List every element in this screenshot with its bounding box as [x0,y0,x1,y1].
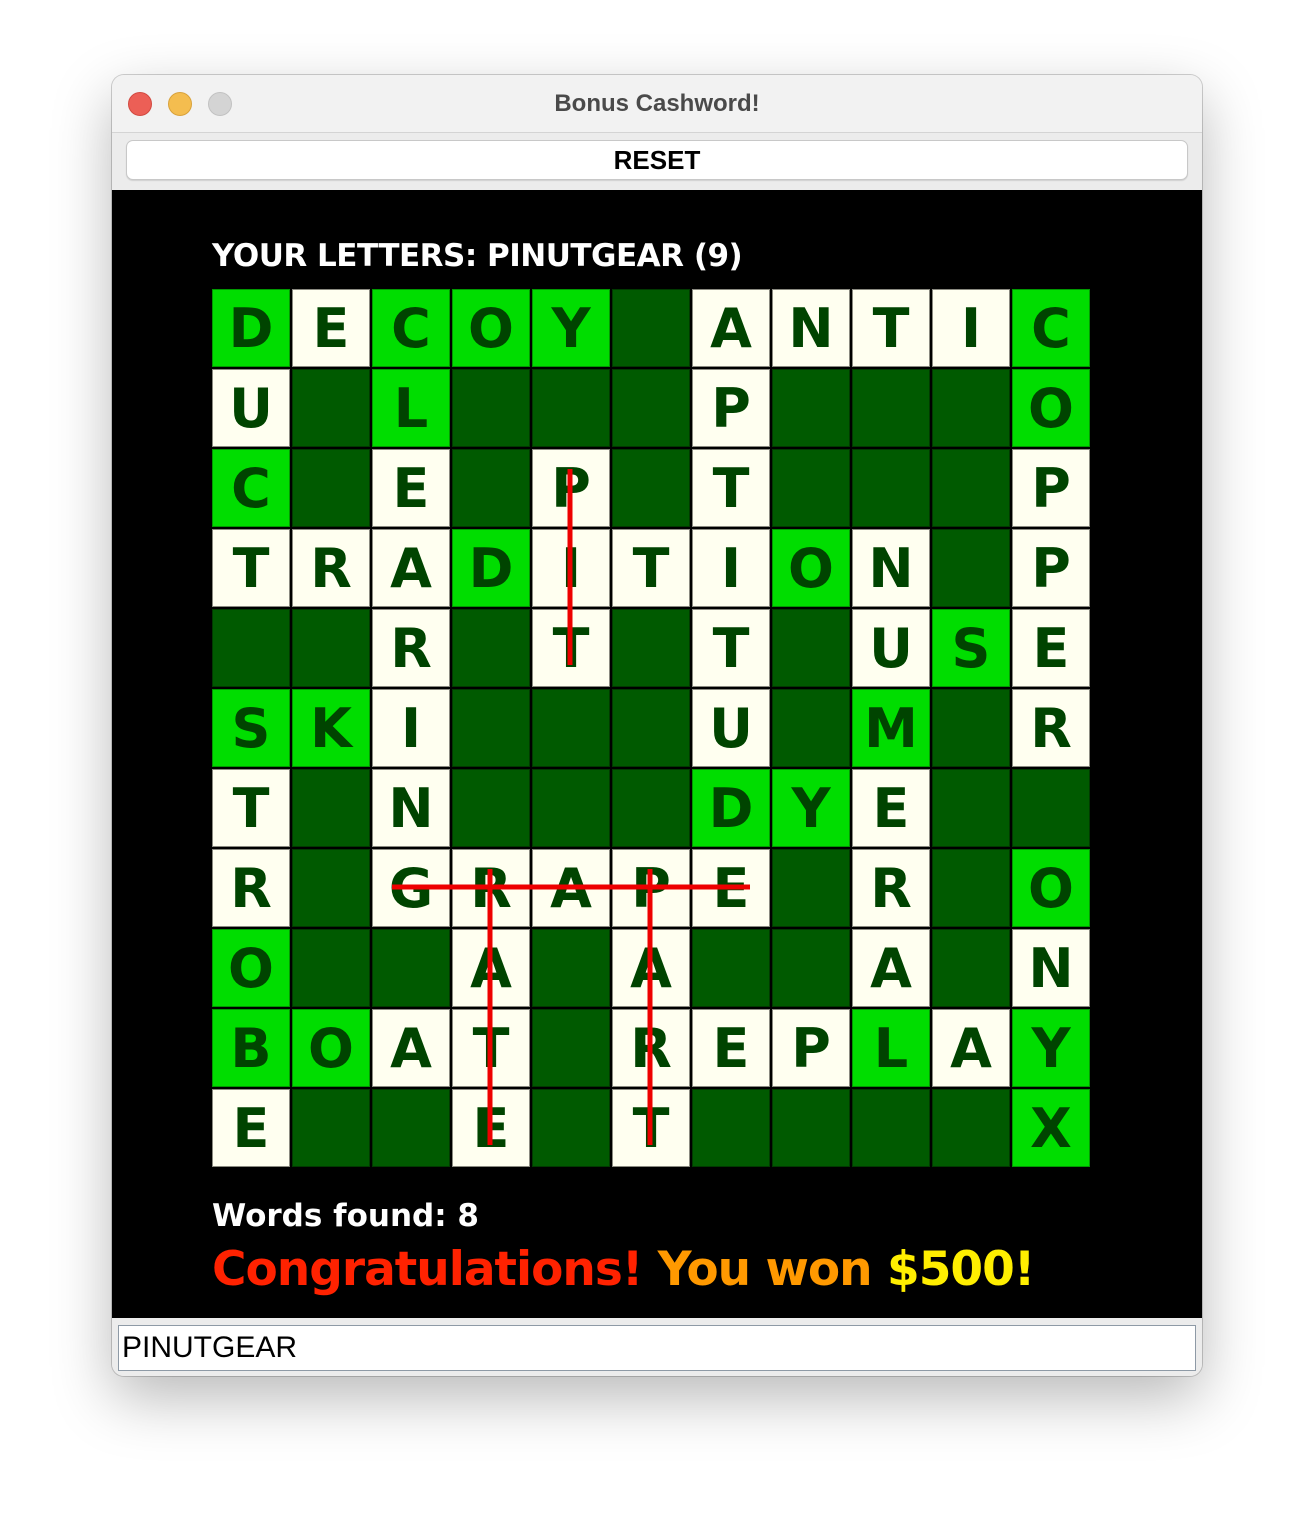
reset-button[interactable]: RESET [126,140,1188,180]
letters-input[interactable]: PINUTGEAR [118,1325,1196,1371]
congrats-part-2: You won [642,1242,888,1297]
window-title: Bonus Cashword! [554,90,760,117]
game-window: Bonus Cashword! RESET YOUR LETTERS: PINU… [112,75,1202,1376]
title-bar: Bonus Cashword! [112,75,1202,133]
input-bar: PINUTGEAR [112,1318,1202,1376]
congrats-part-3: $500! [887,1242,1035,1297]
congrats-message: Congratulations! You won $500! [212,1242,1035,1297]
crossword-grid: DECOYANTICULPOCEPTPTRADITIONPRTTUSESKIUM… [212,289,1092,1169]
strike-lines [392,469,750,1145]
congrats-part-1: Congratulations! [212,1242,643,1297]
words-found-label: Words found: 8 [212,1198,479,1234]
game-board: YOUR LETTERS: PINUTGEAR (9) DECOYANTICUL… [112,190,1202,1318]
your-letters-label: YOUR LETTERS: PINUTGEAR (9) [212,238,743,274]
